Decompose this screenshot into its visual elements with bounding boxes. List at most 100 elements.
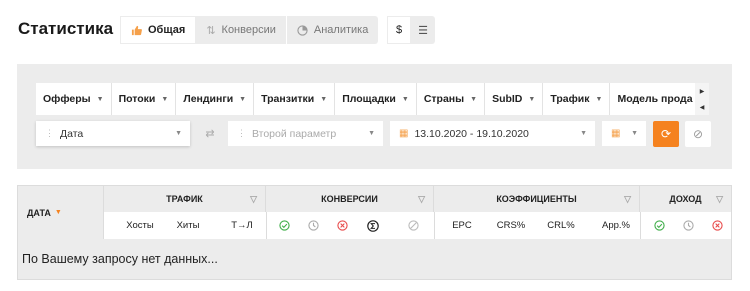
calendar-icon: ▦ [611,128,621,139]
filter-icon[interactable]: ▽ [624,194,631,205]
page-title: Статистика [18,19,114,38]
filter-panel: Офферы ▼ Потоки ▼ Лендинги ▼ Транзитки ▼ Пло… [17,64,732,169]
group-by-label: Потоки [118,93,156,105]
column-divider [266,212,267,239]
empty-state-message: По Вашему запросу нет данных... [18,239,731,279]
second-param-placeholder: Второй параметр [252,127,337,140]
tab-analytics[interactable]: Аналитика [287,16,378,44]
income-pending-icon[interactable] [677,212,699,239]
column-divider [434,212,435,239]
stats-tabs: Общая ⇅ Конверсии Аналитика [120,16,379,44]
filter-icon[interactable]: ▽ [418,194,425,205]
filter-icon[interactable]: ▽ [716,194,723,205]
group-by-flows[interactable]: Потоки ▼ [112,83,177,115]
group-by-countries[interactable]: Страны ▼ [417,83,486,115]
pie-chart-icon [297,24,308,36]
column-divider [640,212,641,239]
group-traffic: ТРАФИК ▽ [104,186,266,212]
currency-menu-button[interactable]: ☰ [411,16,435,44]
col-hits[interactable]: Хиты [168,212,208,239]
arrow-left-icon[interactable]: ◀ [700,104,705,111]
caret-down-icon: ▼ [595,95,603,103]
group-by-label: Страны [423,93,465,105]
group-by-transits[interactable]: Транзитки ▼ [254,83,336,115]
approved-icon[interactable] [273,212,295,239]
group-by-label: Трафик [550,93,590,105]
group-by-offers[interactable]: Офферы ▼ [36,83,112,115]
group-by-landings[interactable]: Лендинги ▼ [176,83,255,115]
refresh-icon: ⟳ [660,127,672,141]
sum-icon[interactable] [362,212,384,239]
group-by-scroller[interactable]: ▶ ◀ [695,83,709,115]
group-by-traffic[interactable]: Трафик ▼ [543,83,611,115]
drag-handle-icon[interactable]: ⋮ [237,128,246,139]
caret-down-icon: ▼ [161,95,169,103]
swap-icon: ⇄ [205,128,215,140]
caret-down-icon: ▼ [470,95,478,103]
col-epc[interactable]: EPC [442,212,482,239]
col-transit-to-landing[interactable]: Т→Л [223,212,261,239]
trash-conversions-icon[interactable] [402,212,424,239]
arrow-right-icon[interactable]: ▶ [700,88,705,95]
tab-analytics-label: Аналитика [313,24,369,36]
refresh-button[interactable]: ⟳ [653,121,679,147]
drag-handle-icon[interactable]: ⋮ [45,128,54,139]
group-by-label: SubID [492,93,523,105]
group-by-sites[interactable]: Площадки ▼ [335,83,417,115]
group-by-subid[interactable]: SubID ▼ [485,83,544,115]
pending-icon[interactable] [302,212,324,239]
tab-conversions-label: Конверсии [221,24,276,36]
caret-down-icon: ▼ [239,95,247,103]
income-rejected-icon[interactable] [706,212,728,239]
group-by-sales-model[interactable]: Модель прода [610,83,701,115]
reset-filters-button[interactable]: ⊘ [685,121,711,147]
caret-down-icon: ▼ [320,95,328,103]
currency-switch: $ ☰ [387,16,435,44]
caret-down-icon: ▼ [175,130,182,137]
group-income-label: ДОХОД [669,194,702,204]
group-coefficients: КОЭФФИЦИЕНТЫ ▽ [434,186,640,212]
caret-down-icon: ▼ [368,130,375,137]
group-by-label: Офферы [43,93,91,105]
filter-icon[interactable]: ▽ [250,194,257,205]
group-by-label: Транзитки [261,93,315,105]
group-conversions-label: КОНВЕРСИИ [321,194,378,204]
caret-down-icon: ▼ [528,95,536,103]
date-range-picker[interactable]: ▦ 13.10.2020 - 19.10.2020 ▼ [390,121,595,146]
col-crs[interactable]: CRS% [488,212,534,239]
tab-general[interactable]: Общая [120,16,197,44]
tab-conversions[interactable]: ⇅ Конверсии [196,16,287,44]
date-preset-select[interactable]: ▦ ▼ [602,121,646,146]
sort-desc-icon: ▼ [54,209,62,216]
group-income: ДОХОД ▽ [640,186,731,212]
caret-down-icon: ▼ [580,130,587,137]
sort-arrows-icon: ⇅ [206,24,216,37]
income-approved-icon[interactable] [648,212,670,239]
col-hosts[interactable]: Хосты [118,212,162,239]
group-coefficients-label: КОЭФФИЦИЕНТЫ [496,194,577,204]
thumbs-up-icon [131,25,142,36]
caret-down-icon: ▼ [631,130,638,137]
group-by-bar: Офферы ▼ Потоки ▼ Лендинги ▼ Транзитки ▼ Пло… [36,83,709,115]
rejected-icon[interactable] [331,212,353,239]
col-approve-rate[interactable]: App.% [593,212,639,239]
date-column-header[interactable]: ДАТА ▼ [18,186,104,239]
group-by-label: Лендинги [183,93,234,105]
caret-down-icon: ▼ [401,95,409,103]
date-range-value: 13.10.2020 - 19.10.2020 [414,127,529,140]
swap-params-button[interactable]: ⇄ [199,121,221,146]
second-param-select[interactable]: ⋮ Второй параметр ▼ [228,121,383,146]
group-by-label: Площадки [342,93,396,105]
currency-usd-button[interactable]: $ [387,16,411,44]
first-param-select[interactable]: ⋮ Дата ▼ [36,121,190,146]
group-traffic-label: ТРАФИК [166,194,203,204]
group-by-label: Модель прода [617,93,693,105]
first-param-value: Дата [60,127,84,140]
col-crl[interactable]: CRL% [538,212,584,239]
cancel-icon: ⊘ [692,127,704,141]
group-conversions: КОНВЕРСИИ ▽ [266,186,434,212]
tab-general-label: Общая [148,24,186,36]
stats-table: ДАТА ▼ ТРАФИК ▽ КОНВЕРСИИ ▽ КОЭФФИЦИЕНТЫ… [17,185,732,280]
calendar-icon: ▦ [399,128,409,139]
date-header-label: ДАТА [27,207,51,218]
